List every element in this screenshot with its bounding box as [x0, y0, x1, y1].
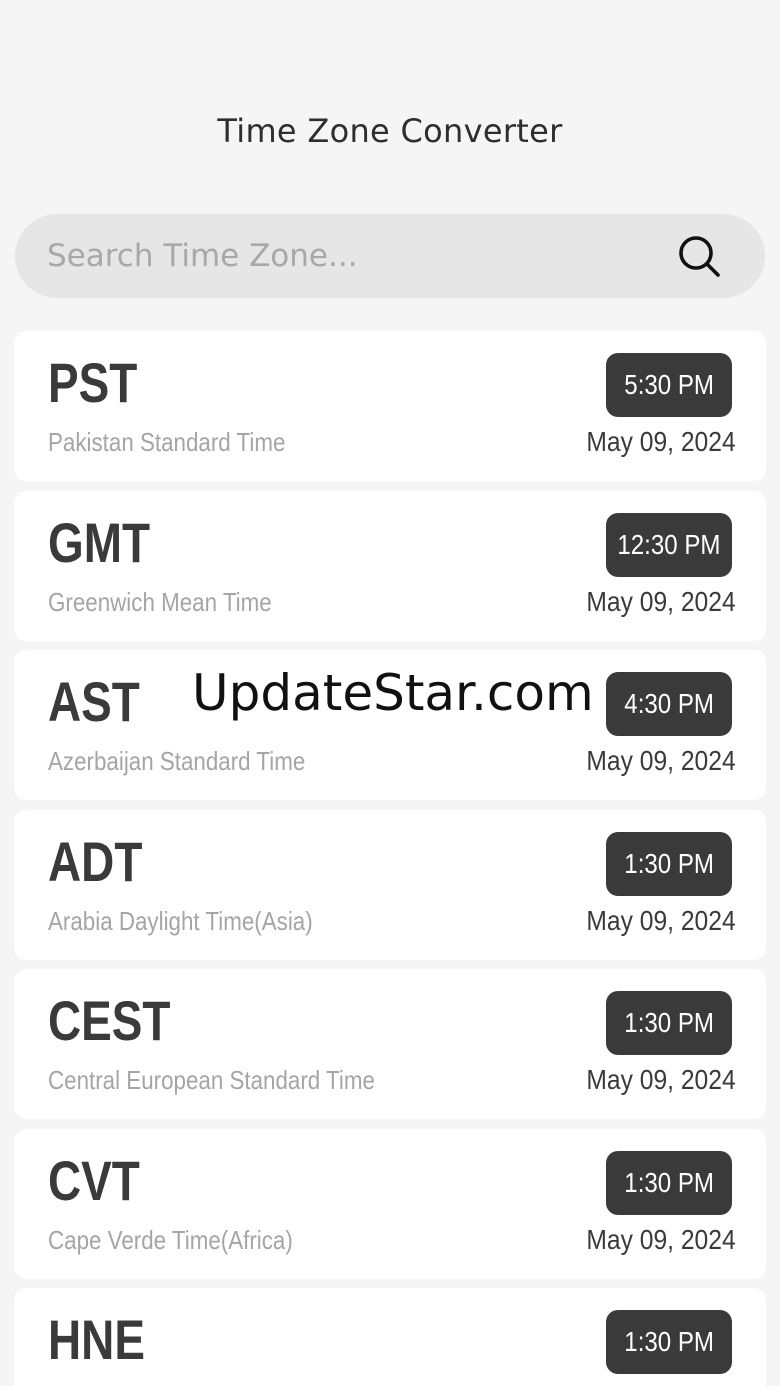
timezone-card-pst[interactable]: PST Pakistan Standard Time 5:30 PM May 0… — [14, 331, 766, 481]
timezone-name: Greenwich Mean Time — [48, 586, 272, 617]
search-input[interactable] — [47, 238, 677, 274]
timezone-abbreviation: CVT — [48, 1148, 140, 1212]
timezone-abbreviation: GMT — [48, 510, 151, 574]
timezone-name: Central European Standard Time — [48, 1065, 375, 1095]
time-badge: 1:30 PM — [606, 1310, 732, 1374]
timezone-card-gmt[interactable]: GMT Greenwich Mean Time 12:30 PM May 09,… — [14, 490, 766, 641]
watermark-text: UpdateStar.com — [192, 664, 594, 722]
date-label: May 09, 2024 — [586, 1223, 736, 1255]
timezone-card-cest[interactable]: CEST Central European Standard Time 1:30… — [14, 969, 766, 1119]
timezone-abbreviation: ADT — [48, 829, 143, 893]
time-label: 1:30 PM — [624, 847, 714, 879]
timezone-abbreviation: AST — [48, 670, 140, 733]
timezone-card-hne[interactable]: HNE 1:30 PM — [14, 1288, 766, 1386]
search-icon[interactable] — [677, 234, 721, 278]
time-label: 4:30 PM — [624, 688, 714, 719]
time-badge: 1:30 PM — [606, 1150, 732, 1215]
time-label: 5:30 PM — [624, 369, 714, 400]
date-label: May 09, 2024 — [586, 745, 736, 776]
date-label: May 09, 2024 — [586, 426, 736, 457]
timezone-abbreviation: PST — [48, 351, 138, 414]
timezone-card-adt[interactable]: ADT Arabia Daylight Time(Asia) 1:30 PM M… — [14, 809, 766, 960]
page-title: Time Zone Converter — [217, 112, 563, 150]
date-label: May 09, 2024 — [586, 1064, 736, 1095]
timezone-name: Azerbaijan Standard Time — [48, 746, 306, 776]
timezone-list: PST Pakistan Standard Time 5:30 PM May 0… — [14, 331, 766, 1386]
timezone-card-cvt[interactable]: CVT Cape Verde Time(Africa) 1:30 PM May … — [14, 1128, 766, 1279]
timezone-name: Cape Verde Time(Africa) — [48, 1224, 293, 1255]
timezone-name: Pakistan Standard Time — [48, 427, 286, 457]
app-screen: Time Zone Converter PST Pakistan Standar… — [0, 0, 780, 1386]
time-badge: 5:30 PM — [606, 353, 732, 417]
time-label: 1:30 PM — [624, 1007, 714, 1038]
date-label: May 09, 2024 — [586, 585, 736, 617]
date-label: May 09, 2024 — [586, 904, 736, 936]
timezone-name: Arabia Daylight Time(Asia) — [48, 905, 313, 936]
timezone-abbreviation: HNE — [48, 1308, 145, 1371]
time-label: 1:30 PM — [624, 1326, 714, 1357]
time-badge: 4:30 PM — [606, 672, 732, 736]
time-label: 12:30 PM — [617, 528, 721, 560]
time-badge: 1:30 PM — [606, 831, 732, 896]
timezone-abbreviation: CEST — [48, 989, 171, 1052]
time-label: 1:30 PM — [624, 1166, 714, 1198]
time-badge: 1:30 PM — [606, 991, 732, 1055]
time-badge: 12:30 PM — [606, 512, 732, 577]
search-bar[interactable] — [15, 214, 765, 298]
